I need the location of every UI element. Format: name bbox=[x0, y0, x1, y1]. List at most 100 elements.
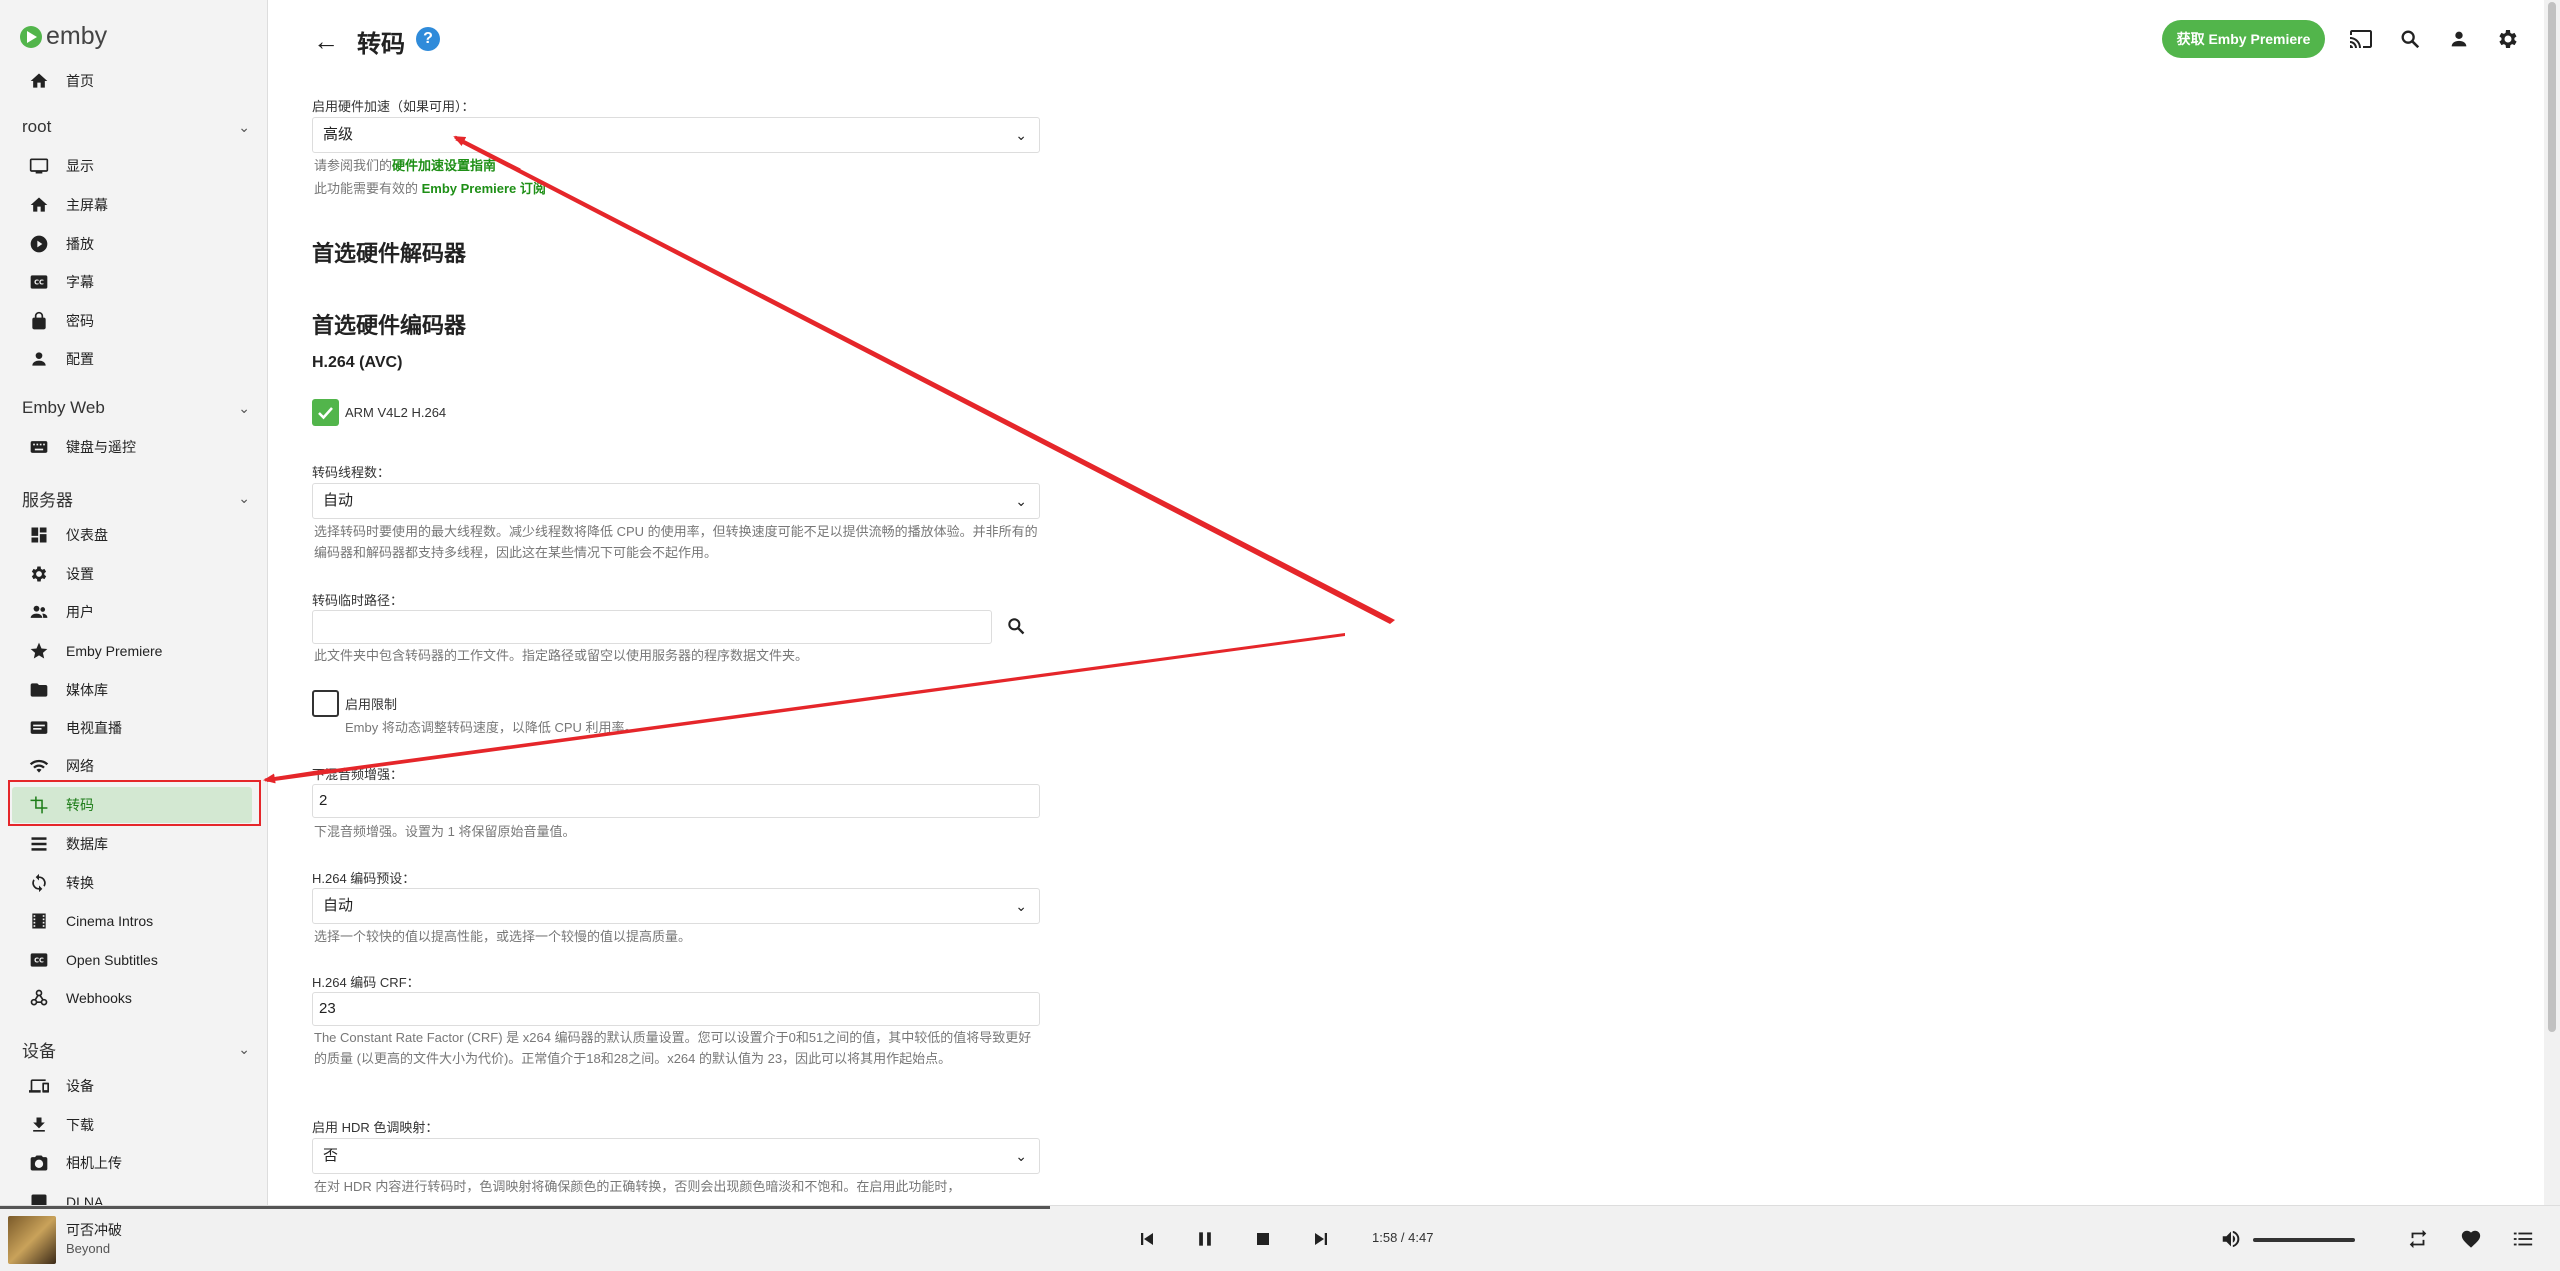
tv-guide-icon bbox=[28, 717, 50, 739]
hdr-label: 启用 HDR 色调映射： bbox=[312, 1120, 439, 1135]
arm-v4l2-checkbox[interactable] bbox=[312, 399, 339, 426]
sidebar-item-keyboard[interactable]: 键盘与遥控 bbox=[12, 429, 252, 465]
scrollbar-thumb[interactable] bbox=[2548, 2, 2556, 1032]
sidebar-item-label: 用户 bbox=[66, 604, 94, 620]
home-icon bbox=[28, 194, 50, 216]
sidebar-item-home[interactable]: 首页 bbox=[12, 63, 252, 99]
stop-icon[interactable] bbox=[1248, 1224, 1278, 1254]
section-title: 服务器 bbox=[22, 491, 73, 510]
queue-list-icon[interactable] bbox=[2508, 1224, 2538, 1254]
preset-help: 选择一个较快的值以提高性能，或选择一个较慢的值以提高质量。 bbox=[314, 929, 692, 944]
hw-accel-select[interactable]: 高级 ⌄ bbox=[312, 117, 1040, 153]
hdr-select[interactable]: 否 ⌄ bbox=[312, 1138, 1040, 1174]
folder-icon bbox=[28, 679, 50, 701]
song-title[interactable]: 可否冲破 bbox=[66, 1220, 122, 1240]
previous-track-icon[interactable] bbox=[1132, 1224, 1162, 1254]
section-header-server[interactable]: 服务器 ⌄ bbox=[22, 486, 250, 511]
dlna-icon bbox=[28, 1191, 50, 1205]
chevron-down-icon: ⌄ bbox=[238, 399, 250, 416]
decoder-heading: 首选硬件解码器 bbox=[312, 241, 467, 266]
sidebar-item-label: 网络 bbox=[66, 758, 94, 774]
volume-icon[interactable] bbox=[2216, 1224, 2246, 1254]
sidebar-item-label: 仪表盘 bbox=[66, 527, 108, 543]
section-title: root bbox=[22, 117, 52, 136]
temp-path-input[interactable] bbox=[312, 610, 992, 644]
repeat-icon[interactable] bbox=[2403, 1224, 2433, 1254]
emby-logo[interactable]: emby bbox=[20, 22, 107, 51]
sidebar-item-profile[interactable]: 配置 bbox=[12, 341, 252, 377]
sidebar-item-database[interactable]: 数据库 bbox=[12, 826, 252, 862]
threads-help: 选择转码时要使用的最大线程数。减少线程数将降低 CPU 的使用率，但转换速度可能… bbox=[314, 524, 1038, 560]
sidebar-item-label: 电视直播 bbox=[66, 720, 122, 736]
sync-icon bbox=[28, 872, 50, 894]
browse-folder-search-icon[interactable] bbox=[1002, 612, 1030, 640]
user-icon[interactable] bbox=[2444, 24, 2474, 54]
artist-name[interactable]: Beyond bbox=[66, 1241, 110, 1256]
premiere-subscription-link[interactable]: Emby Premiere 订阅 bbox=[422, 181, 546, 196]
sidebar-item-home-screen[interactable]: 主屏幕 bbox=[12, 187, 252, 223]
sidebar-item-open-subtitles[interactable]: CC Open Subtitles bbox=[12, 942, 252, 978]
sidebar-item-library[interactable]: 媒体库 bbox=[12, 672, 252, 708]
select-value: 高级 bbox=[323, 126, 354, 143]
downmix-label: 下混音频增强： bbox=[312, 767, 404, 782]
album-art[interactable] bbox=[8, 1216, 56, 1264]
cast-icon[interactable] bbox=[2346, 24, 2376, 54]
sidebar-item-camera-upload[interactable]: 相机上传 bbox=[12, 1145, 252, 1181]
playback-progress-bar[interactable] bbox=[0, 1206, 1050, 1209]
download-icon bbox=[28, 1114, 50, 1136]
section-header-devices[interactable]: 设备 ⌄ bbox=[22, 1037, 250, 1062]
sidebar-item-dlna[interactable]: DLNA bbox=[12, 1184, 252, 1205]
next-track-icon[interactable] bbox=[1306, 1224, 1336, 1254]
sidebar-item-convert[interactable]: 转换 bbox=[12, 865, 252, 901]
sidebar-item-emby-premiere[interactable]: Emby Premiere bbox=[12, 633, 252, 669]
hw-accel-guide-text: 请参阅我们的硬件加速设置指南 bbox=[314, 155, 1042, 176]
pause-icon[interactable] bbox=[1190, 1224, 1220, 1254]
sidebar-item-label: 数据库 bbox=[66, 836, 108, 852]
hw-guide-link[interactable]: 硬件加速设置指南 bbox=[392, 158, 496, 173]
gear-icon[interactable] bbox=[2493, 24, 2523, 54]
sidebar-item-password[interactable]: 密码 bbox=[12, 303, 252, 339]
sidebar-item-subtitles[interactable]: CC 字幕 bbox=[12, 264, 252, 300]
sidebar-item-display[interactable]: 显示 bbox=[12, 148, 252, 184]
throttle-help: Emby 将动态调整转码速度，以降低 CPU 利用率。 bbox=[345, 720, 638, 735]
section-header-emby-web[interactable]: Emby Web ⌄ bbox=[22, 398, 250, 418]
volume-slider[interactable] bbox=[2253, 1238, 2355, 1242]
sidebar-item-label: 播放 bbox=[66, 236, 94, 252]
sidebar-item-network[interactable]: 网络 bbox=[12, 748, 252, 784]
star-icon bbox=[28, 640, 50, 662]
sidebar-item-downloads[interactable]: 下载 bbox=[12, 1107, 252, 1143]
downmix-input[interactable]: 2 bbox=[312, 784, 1040, 818]
sidebar-item-cinema-intros[interactable]: Cinema Intros bbox=[12, 903, 252, 939]
wifi-icon bbox=[28, 755, 50, 777]
sidebar-item-label: 设备 bbox=[66, 1078, 94, 1094]
threads-select[interactable]: 自动 ⌄ bbox=[312, 483, 1040, 519]
encoder-heading: 首选硬件编码器 bbox=[312, 313, 467, 338]
webhook-icon bbox=[28, 987, 50, 1009]
sidebar-item-settings[interactable]: 设置 bbox=[12, 556, 252, 592]
page-scrollbar[interactable] bbox=[2544, 0, 2560, 1205]
throttle-checkbox[interactable] bbox=[312, 690, 339, 717]
sidebar-item-webhooks[interactable]: Webhooks bbox=[12, 980, 252, 1016]
section-title: 设备 bbox=[22, 1042, 56, 1061]
sidebar-item-devices[interactable]: 设备 bbox=[12, 1068, 252, 1104]
chevron-down-icon: ⌄ bbox=[238, 490, 250, 506]
get-premiere-button[interactable]: 获取 Emby Premiere bbox=[2162, 20, 2325, 58]
chevron-down-icon: ⌄ bbox=[1015, 493, 1027, 509]
sidebar-item-label: 下载 bbox=[66, 1117, 94, 1133]
threads-label: 转码线程数： bbox=[312, 465, 391, 480]
sidebar-item-label: 转换 bbox=[66, 875, 94, 891]
sidebar-item-playback[interactable]: 播放 bbox=[12, 226, 252, 262]
keyboard-icon bbox=[28, 436, 50, 458]
svg-text:CC: CC bbox=[34, 957, 44, 965]
sidebar-item-label: 设置 bbox=[66, 566, 94, 582]
sidebar-item-label: 显示 bbox=[66, 158, 94, 174]
sidebar-item-label: 配置 bbox=[66, 351, 94, 367]
crf-input[interactable]: 23 bbox=[312, 992, 1040, 1026]
preset-select[interactable]: 自动 ⌄ bbox=[312, 888, 1040, 924]
sidebar-item-live-tv[interactable]: 电视直播 bbox=[12, 710, 252, 746]
sidebar-item-users[interactable]: 用户 bbox=[12, 594, 252, 630]
heart-icon[interactable] bbox=[2456, 1224, 2486, 1254]
sidebar-item-dashboard[interactable]: 仪表盘 bbox=[12, 517, 252, 553]
section-header-root[interactable]: root ⌄ bbox=[22, 117, 250, 137]
search-icon[interactable] bbox=[2395, 24, 2425, 54]
